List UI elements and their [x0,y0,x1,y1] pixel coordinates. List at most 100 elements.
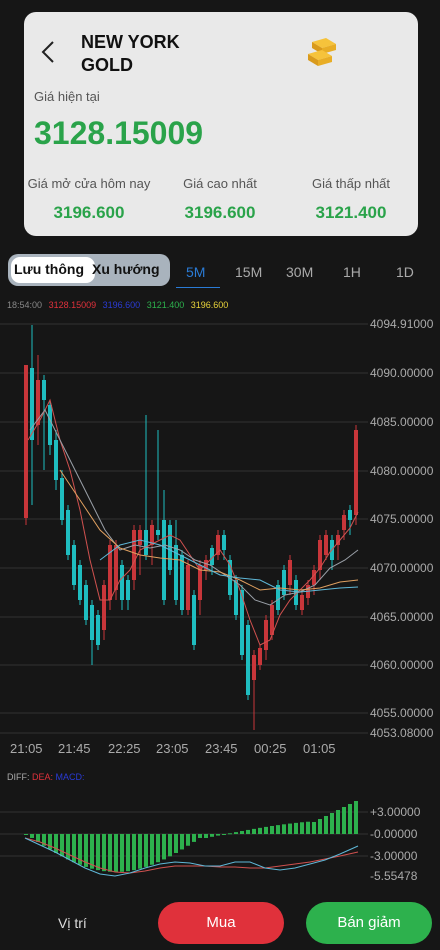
macd-bar [288,823,292,834]
gold-bars-icon [304,34,344,75]
stat-high: Giá cao nhất 3196.600 [155,176,285,223]
macd-bar [252,828,256,834]
y-tick: 4060.00000 [370,658,434,672]
candle-body [126,580,130,600]
macd-y-tick: -5.55478 [370,869,418,883]
macd-bar [120,834,124,872]
macd-bar [192,834,196,842]
candle-body [54,440,58,480]
macd-bar [306,821,310,834]
position-tab[interactable]: Vị trí [58,915,87,931]
x-axis-labels: 21:05 21:45 22:25 23:05 23:45 00:25 01:0… [10,741,336,756]
mode-trend-tab[interactable]: Xu hướng [92,261,160,277]
x-tick: 00:25 [254,741,287,756]
candle-body [162,520,166,600]
y-tick: 4055.00000 [370,706,434,720]
macd-y-tick: -0.00000 [370,827,418,841]
stat-open-value: 3196.600 [53,203,125,222]
candle-body [258,648,262,665]
tab-15m[interactable]: 15M [235,264,262,280]
candle-body [120,565,124,600]
candle-body [246,625,250,695]
macd-bar [96,834,100,871]
candle-body [72,545,76,585]
candle-body [96,615,100,645]
y-tick: 4065.00000 [370,610,434,624]
candle-body [78,565,82,600]
macd-bar [144,834,148,867]
x-tick: 21:45 [58,741,91,756]
tab-1d[interactable]: 1D [396,264,414,280]
x-tick: 21:05 [10,741,43,756]
dea-label: DEA: [32,772,54,782]
macd-bar [54,834,58,853]
candle-body [282,570,286,595]
macd-bar [204,834,208,838]
candle-body [180,555,184,610]
macd-bar [24,834,28,835]
price-chart[interactable]: 4094.91000 4090.00000 4085.00000 4080.00… [0,300,440,900]
macd-bar [168,834,172,857]
candle-body [90,605,94,640]
macd-bar [48,834,52,850]
back-icon[interactable] [38,38,60,66]
macd-bar [108,834,112,872]
macd-bar [126,834,130,872]
candle-body [324,535,328,555]
candle-body [114,545,118,590]
candle-body [102,585,106,630]
macd-bar [156,834,160,863]
x-tick: 23:05 [156,741,189,756]
candle-body [192,595,196,645]
macd-bar [60,834,64,857]
tab-underline [176,287,220,288]
macd-bar [270,825,274,834]
y-tick: 4085.00000 [370,415,434,429]
candle-body [132,530,136,580]
macd-bar [318,819,322,834]
macd-bar [264,826,268,834]
macd-bar [66,834,70,860]
macd-bar [186,834,190,846]
macd-bar [180,834,184,850]
macd-bar [114,834,118,872]
y-tick: 4080.00000 [370,464,434,478]
candle-body [348,510,352,520]
macd-bar [198,834,202,838]
y-tick: 4094.91000 [370,317,434,331]
candle-body [342,515,346,530]
diff-label: DIFF: [7,772,30,782]
tab-30m[interactable]: 30M [286,264,313,280]
candles [24,325,358,730]
gold-info-card: NEW YORK GOLD Giá hiện tại 3128.15009 Gi… [24,12,418,236]
macd-y-tick: -3.00000 [370,849,418,863]
x-tick: 23:45 [205,741,238,756]
y-tick: 4075.00000 [370,512,434,526]
stat-low-value: 3121.400 [315,203,387,222]
mode-toggle[interactable]: Lưu thông Xu hướng [8,254,170,286]
macd-bar [150,834,154,865]
macd-bar [342,807,346,834]
tab-5m[interactable]: 5M [186,264,205,280]
macd-bar [102,834,106,872]
stat-high-label: Giá cao nhất [183,176,257,191]
macd-bar [246,829,250,834]
y-tick: 4053.08000 [370,726,434,740]
candle-body [252,655,256,680]
macd-bar [294,822,298,834]
tab-1h[interactable]: 1H [343,264,361,280]
y-tick: 4070.00000 [370,561,434,575]
x-tick: 01:05 [303,741,336,756]
buy-button[interactable]: Mua [158,902,284,944]
current-price: 3128.15009 [34,115,204,151]
candle-body [288,560,292,585]
mode-circulation-tab[interactable]: Lưu thông [14,261,84,277]
grid-lines [0,323,368,734]
candle-body [186,565,190,610]
sell-button[interactable]: Bán giảm [306,902,432,944]
candle-body [150,525,154,545]
x-tick: 22:25 [108,741,141,756]
stat-open: Giá mở cửa hôm nay 3196.600 [24,176,154,223]
macd-bar [216,834,220,836]
macd-bar [330,813,334,834]
